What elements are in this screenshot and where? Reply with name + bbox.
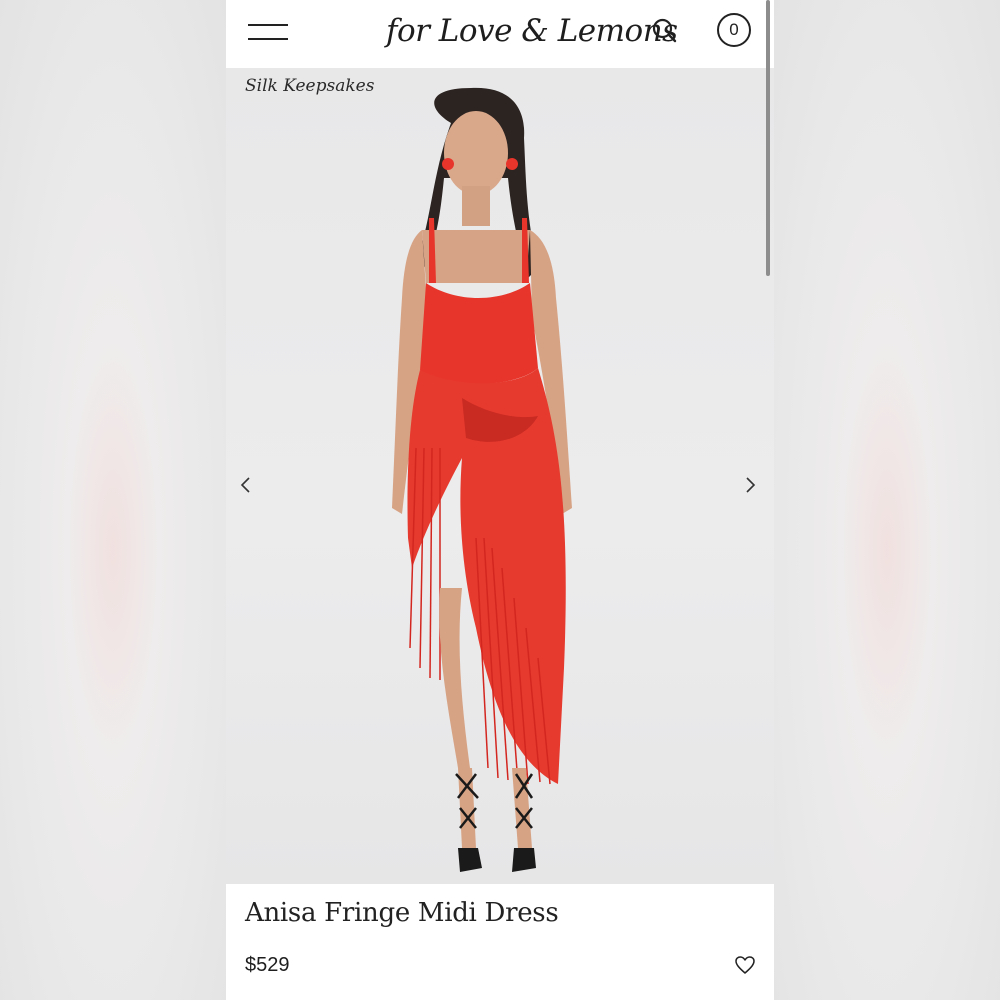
product-photo bbox=[392, 87, 572, 872]
cart-count-badge[interactable]: 0 bbox=[717, 13, 751, 47]
hamburger-menu-icon[interactable] bbox=[248, 22, 288, 42]
heart-icon[interactable] bbox=[734, 954, 756, 976]
chevron-right-icon[interactable] bbox=[738, 470, 762, 500]
collection-label: Silk Keepsakes bbox=[245, 76, 375, 96]
product-title[interactable]: Anisa Fringe Midi Dress bbox=[245, 898, 559, 928]
mobile-page: for Love & Lemons 0 Silk Keepsakes Anisa… bbox=[226, 0, 774, 1000]
product-image-carousel[interactable]: Silk Keepsakes bbox=[226, 68, 774, 884]
chevron-left-icon[interactable] bbox=[234, 470, 258, 500]
scrollbar[interactable] bbox=[766, 0, 770, 276]
product-info: Anisa Fringe Midi Dress $529 bbox=[226, 884, 774, 1000]
site-header: for Love & Lemons 0 bbox=[226, 0, 774, 68]
search-icon[interactable] bbox=[650, 16, 680, 46]
blurred-background-left bbox=[0, 0, 226, 1000]
blurred-background-right bbox=[774, 0, 1000, 1000]
brand-logo[interactable]: for Love & Lemons bbox=[386, 6, 678, 56]
product-price: $529 bbox=[245, 954, 290, 976]
